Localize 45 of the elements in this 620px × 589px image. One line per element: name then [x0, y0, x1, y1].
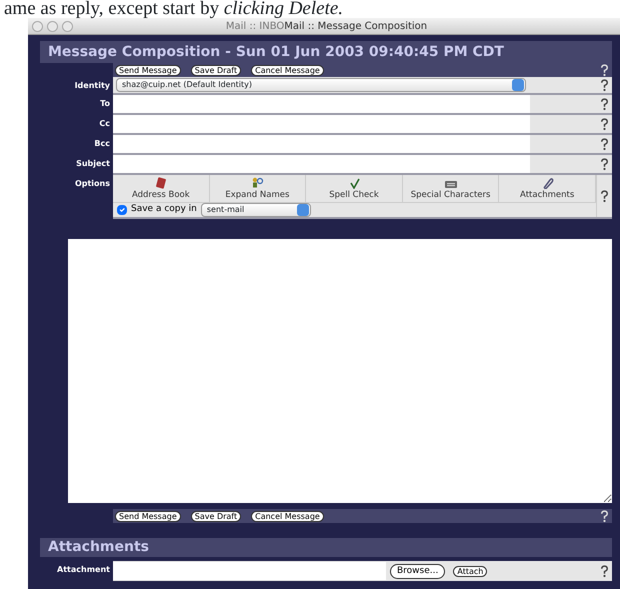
field-label: To: [99, 98, 111, 110]
toolbar-button[interactable]: Spell Check: [306, 175, 403, 202]
help-icon[interactable]: [600, 190, 609, 202]
caption-text: ame as reply, except start by clicking Delete.: [3, 0, 344, 18]
help-icon[interactable]: [600, 510, 609, 522]
attach-button[interactable]: Attach: [453, 566, 488, 576]
book-icon: [154, 177, 168, 189]
text-field[interactable]: [113, 115, 530, 133]
toolbar-button[interactable]: Expand Names: [210, 175, 306, 202]
help-icon[interactable]: [600, 158, 609, 170]
folder-select[interactable]: sent-mail: [200, 203, 311, 217]
field-label: Subject: [75, 158, 111, 170]
toolbar-button[interactable]: Attachments: [499, 175, 596, 202]
page-heading: Message Composition - Sun 01 Jun 2003 09:40:45 PM CDT: [40, 41, 612, 63]
save-copy-checkbox[interactable]: [117, 205, 127, 215]
section-heading: Attachments: [40, 538, 612, 557]
browse-button[interactable]: Browse...: [390, 564, 446, 578]
help-icon[interactable]: [600, 138, 609, 150]
text-field[interactable]: [113, 135, 530, 153]
action-button[interactable]: Cancel Message: [251, 64, 324, 76]
field-label: Options: [74, 178, 111, 190]
field-label: Attachment: [56, 564, 111, 576]
identity-select[interactable]: shaz@cuip.net (Default Identity): [116, 78, 526, 92]
help-icon[interactable]: [600, 118, 609, 130]
text-field[interactable]: [113, 155, 530, 173]
text-field[interactable]: [113, 95, 530, 113]
message-body-field[interactable]: [68, 239, 612, 503]
person-icon: [250, 177, 264, 189]
field-label: Bcc: [93, 138, 111, 150]
file-field[interactable]: [113, 562, 386, 580]
help-icon[interactable]: [600, 64, 609, 76]
action-button[interactable]: Save Draft: [190, 64, 242, 76]
help-icon[interactable]: [600, 78, 609, 92]
toolbar-button[interactable]: Address Book: [113, 175, 210, 202]
action-button[interactable]: Cancel Message: [251, 510, 324, 522]
window-title: Mail :: Message Composition: [284, 20, 428, 34]
field-label: Identity: [74, 80, 111, 92]
field-label: Cc: [98, 118, 111, 130]
toolbar-button[interactable]: Special Characters: [402, 175, 500, 202]
help-icon[interactable]: [600, 564, 609, 578]
action-button[interactable]: Send Message: [115, 510, 181, 522]
help-icon[interactable]: [600, 98, 609, 110]
action-button[interactable]: Send Message: [115, 64, 181, 76]
action-button[interactable]: Save Draft: [190, 510, 242, 522]
checkbox-label: Save a copy in: [131, 203, 197, 216]
